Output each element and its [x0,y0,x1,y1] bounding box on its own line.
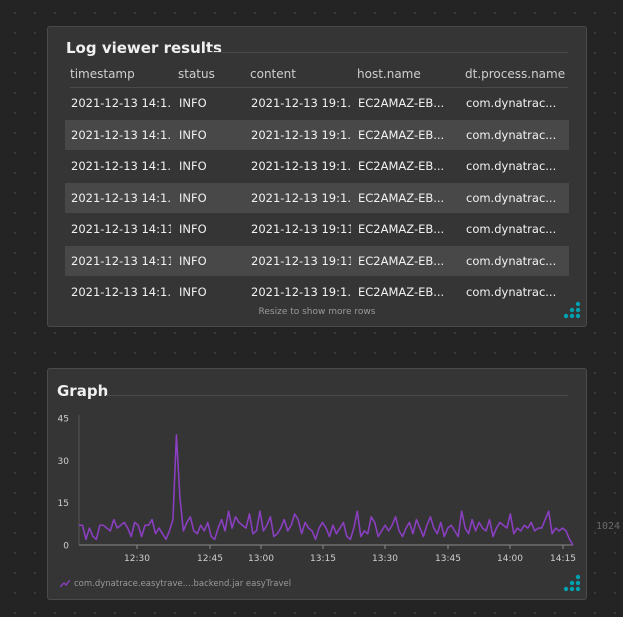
resize-hint: Resize to show more rows [258,307,376,317]
cell-host-name: EC2AMAZ-EB... [358,285,445,299]
x-tick-label: 12:30 [124,554,150,564]
cell-content: 2021-12-13 19:1... [251,159,351,173]
cell-process-name: com.dynatrac... [466,285,557,299]
column-header-content[interactable]: content [250,67,296,81]
column-header-process-name[interactable]: dt.process.name [465,67,565,81]
chart-legend[interactable]: com.dynatrace.easytrave....backend.jar e… [60,579,291,589]
table-row[interactable]: 2021-12-13 14:11... INFO 2021-12-13 19:11.… [65,245,569,276]
cell-status: INFO [179,127,207,142]
resize-grip-icon[interactable] [560,300,582,322]
column-header-host-name[interactable]: host.name [357,67,421,81]
table-row[interactable]: 2021-12-13 14:1... INFO 2021-12-13 19:1...… [65,182,569,213]
cell-content: 2021-12-13 19:1... [251,96,351,110]
cell-timestamp: 2021-12-13 14:1... [71,127,171,142]
cell-process-name: com.dynatrac... [466,190,557,205]
y-tick-label: 0 [63,542,69,552]
table-row[interactable]: 2021-12-13 14:1... INFO 2021-12-13 19:1...… [65,277,569,307]
cell-process-name: com.dynatrac... [466,96,557,110]
x-tick-label: 12:45 [197,554,223,564]
title-divider [208,52,568,53]
table-row[interactable]: 2021-12-13 14:1... INFO 2021-12-13 19:1...… [65,151,569,181]
cell-process-name: com.dynatrac... [466,253,557,268]
x-tick-label: 13:00 [248,554,274,564]
x-tick-label: 13:45 [435,554,461,564]
legend-series-label: com.dynatrace.easytrave....backend.jar e… [74,579,292,589]
cell-status: INFO [179,190,207,205]
cell-status: INFO [179,159,207,173]
cell-host-name: EC2AMAZ-EB... [358,127,445,142]
cell-timestamp: 2021-12-13 14:11... [71,222,171,236]
graph-tile[interactable]: Graph 0 15 30 45 12:30 12:45 13:00 13:15 13:30 13… [47,368,587,600]
table-header: timestamp status content host.name dt.pr… [70,67,568,88]
x-tick-label: 13:15 [310,554,336,564]
cell-status: INFO [179,222,207,236]
offscreen-value-label: 1024 [596,521,621,532]
table-row[interactable]: 2021-12-13 14:1... INFO 2021-12-13 19:1...… [65,119,569,150]
cell-host-name: EC2AMAZ-EB... [358,253,445,268]
series-line[interactable] [79,434,574,546]
cell-content: 2021-12-13 19:1... [251,190,351,205]
cell-status: INFO [179,253,207,268]
column-header-timestamp[interactable]: timestamp [70,67,135,81]
resize-grip-icon[interactable] [560,573,582,595]
cell-content: 2021-12-13 19:11... [251,222,351,236]
cell-timestamp: 2021-12-13 14:1... [71,96,171,110]
legend-line-icon [60,579,70,587]
cell-timestamp: 2021-12-13 14:1... [71,159,171,173]
cell-process-name: com.dynatrac... [466,222,557,236]
cell-timestamp: 2021-12-13 14:1... [71,285,171,299]
cell-content: 2021-12-13 19:1... [251,127,351,142]
cell-content: 2021-12-13 19:11... [251,253,351,268]
table-row[interactable]: 2021-12-13 14:1... INFO 2021-12-13 19:1...… [65,88,569,118]
y-tick-label: 15 [58,499,69,509]
x-tick-label: 14:15 [550,554,576,564]
cell-status: INFO [179,285,207,299]
cell-content: 2021-12-13 19:1... [251,285,351,299]
cell-timestamp: 2021-12-13 14:1... [71,190,171,205]
cell-host-name: EC2AMAZ-EB... [358,222,445,236]
cell-host-name: EC2AMAZ-EB... [358,159,445,173]
cell-timestamp: 2021-12-13 14:11... [71,253,171,268]
cell-host-name: EC2AMAZ-EB... [358,96,445,110]
cell-status: INFO [179,96,207,110]
line-chart: 0 15 30 45 12:30 12:45 13:00 13:15 13:30 13:45 14:… [58,415,576,565]
table-row[interactable]: 2021-12-13 14:11... INFO 2021-12-13 19:11.… [65,214,569,244]
y-tick-label: 30 [58,457,70,467]
x-tick-label: 14:00 [497,554,523,564]
column-header-status[interactable]: status [178,67,215,81]
cell-process-name: com.dynatrac... [466,159,557,173]
cell-host-name: EC2AMAZ-EB... [358,190,445,205]
log-viewer-tile[interactable]: Log viewer results timestamp status cont… [47,26,587,327]
x-tick-label: 13:30 [372,554,398,564]
cell-process-name: com.dynatrac... [466,127,557,142]
y-tick-label: 45 [58,415,69,425]
log-viewer-title: Log viewer results [66,39,222,57]
